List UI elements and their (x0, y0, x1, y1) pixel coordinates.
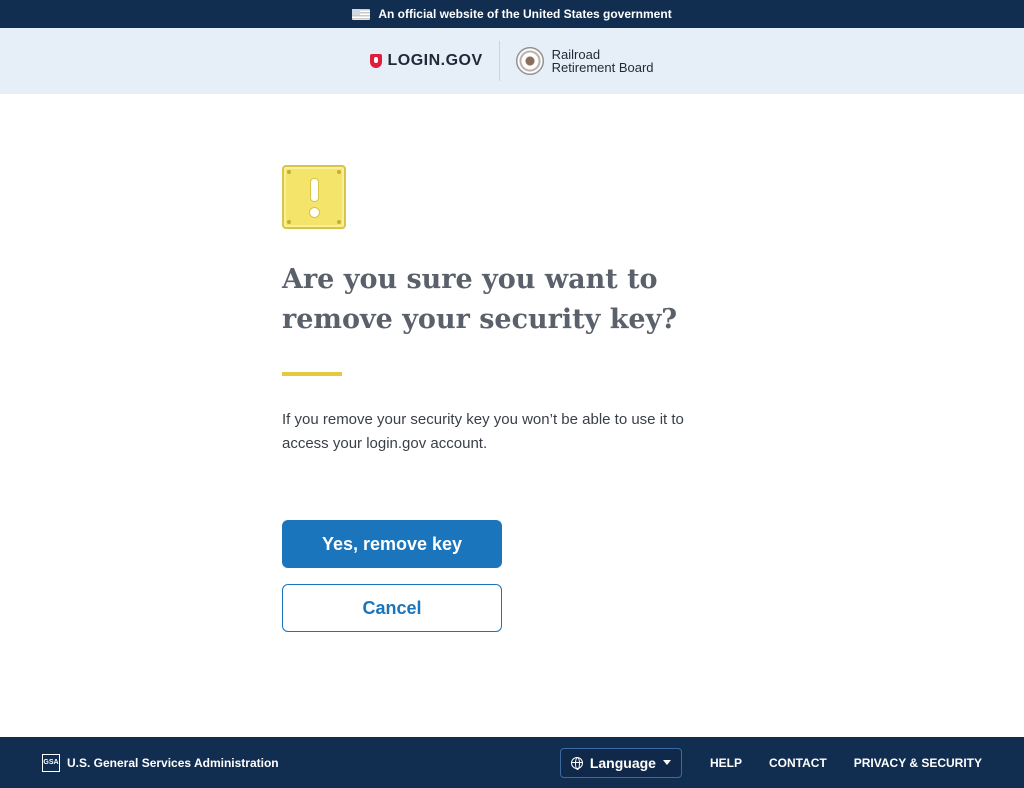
footer-nav: Language HELP CONTACT PRIVACY & SECURITY (559, 747, 982, 778)
language-button[interactable]: Language (559, 747, 682, 778)
warning-icon (282, 165, 346, 229)
language-label: Language (589, 754, 656, 771)
agency-name-line2: Retirement Board (551, 60, 654, 75)
page: An official website of the United States… (0, 0, 1024, 788)
footer-link-contact[interactable]: CONTACT (769, 756, 827, 770)
warning-icon-bolt (287, 220, 291, 224)
gsa-text: U.S. General Services Administration (67, 755, 279, 770)
page-title: Are you sure you want to remove your sec… (282, 264, 678, 335)
exclamation-dot (309, 207, 320, 218)
gov-banner-text: An official website of the United States… (378, 7, 672, 21)
gsa-logo-icon: GSA (42, 753, 60, 772)
body-text: If you remove your security key you won’… (282, 411, 684, 452)
gov-banner: An official website of the United States… (0, 0, 1024, 28)
agency-logo: Railroad Retirement Board (515, 47, 654, 75)
agency-seal-icon (515, 47, 544, 75)
warning-icon-bolt (337, 170, 341, 174)
us-flag-icon (352, 8, 371, 20)
logo-text: LOGIN.GOV (387, 52, 483, 69)
header-divider (498, 41, 500, 81)
accent-rule (282, 372, 342, 376)
cancel-button[interactable]: Cancel (282, 584, 502, 632)
warning-icon-bolt (287, 170, 291, 174)
exclamation-bar (310, 178, 319, 202)
footer-link-help[interactable]: HELP (710, 756, 742, 770)
remove-key-button[interactable]: Yes, remove key (282, 520, 502, 568)
caret-down-icon (662, 760, 671, 765)
site-footer: GSA U.S. General Services Administration… (0, 737, 1024, 788)
shield-icon (370, 54, 383, 68)
gsa-link[interactable]: GSA U.S. General Services Administration (42, 753, 279, 772)
agency-name: Railroad Retirement Board (552, 48, 654, 74)
globe-icon (570, 756, 583, 770)
site-header: LOGIN.GOV Railroad Retirement Board (0, 28, 1024, 94)
login-gov-logo[interactable]: LOGIN.GOV (370, 52, 482, 70)
warning-icon-bolt (337, 220, 341, 224)
footer-link-privacy[interactable]: PRIVACY & SECURITY (854, 756, 982, 770)
